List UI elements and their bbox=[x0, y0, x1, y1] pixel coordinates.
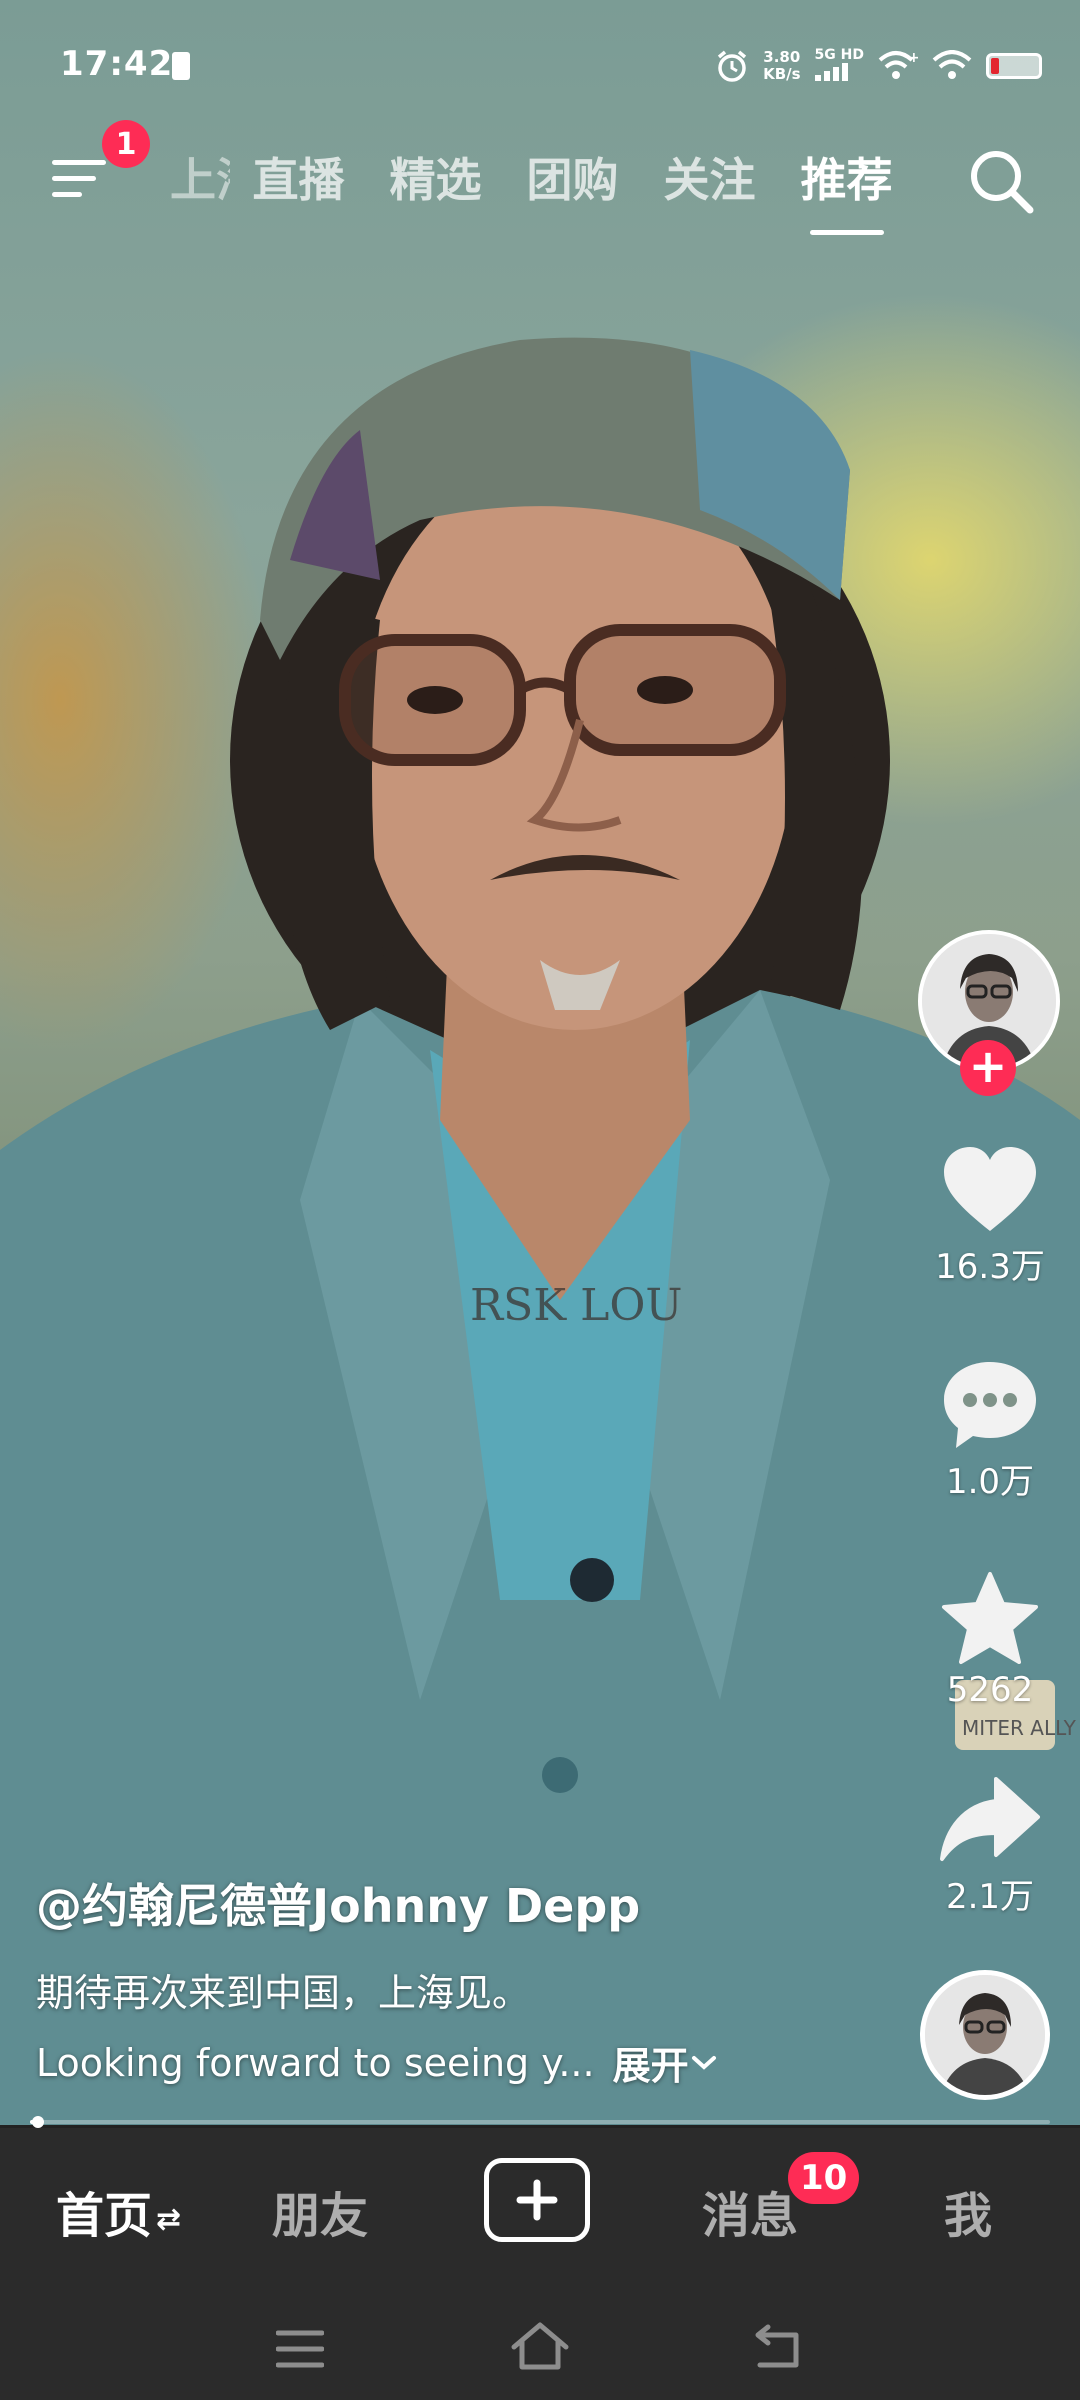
plus-icon bbox=[516, 2179, 558, 2221]
tab-local[interactable]: 上海 bbox=[170, 144, 230, 210]
create-post-button[interactable] bbox=[484, 2158, 590, 2242]
wifi-calling-icon: + bbox=[878, 50, 918, 79]
nav-me[interactable]: 我 bbox=[944, 2176, 992, 2246]
caption-line-2-row: Looking forward to seeing y... 展开 bbox=[36, 2035, 896, 2090]
comment-icon[interactable] bbox=[940, 1358, 1040, 1450]
svg-text:RSK LOU: RSK LOU bbox=[470, 1280, 683, 1331]
tab-group-buy[interactable]: 团购 bbox=[504, 144, 641, 210]
music-disc-image bbox=[925, 1975, 1045, 2095]
top-tab-bar: 上海 直播 精选 团购 关注 推荐 bbox=[0, 130, 1080, 235]
share-arrow-icon[interactable] bbox=[938, 1775, 1042, 1865]
feed-tabs: 上海 直播 精选 团购 关注 推荐 bbox=[170, 144, 915, 235]
like-action[interactable]: 16.3万 bbox=[900, 1145, 1080, 1288]
share-action[interactable]: 2.1万 bbox=[900, 1775, 1080, 1918]
caption-line-2: Looking forward to seeing y... bbox=[36, 2040, 595, 2085]
status-bar: 17:42 3.80 KB/s 5G HD + bbox=[0, 0, 1080, 130]
battery-icon bbox=[986, 53, 1042, 79]
menu-button[interactable] bbox=[52, 156, 106, 204]
back-icon[interactable] bbox=[752, 2323, 804, 2369]
network-speed-value: 3.80 bbox=[763, 48, 801, 66]
share-count: 2.1万 bbox=[945, 1877, 1035, 1917]
svg-text:MITER ALLY: MITER ALLY bbox=[962, 1716, 1077, 1740]
comment-action[interactable]: 1.0万 bbox=[900, 1358, 1080, 1503]
menu-notification-badge: 1 bbox=[102, 120, 150, 168]
star-icon[interactable] bbox=[940, 1570, 1040, 1666]
system-nav-bar bbox=[0, 2283, 1080, 2400]
music-disc[interactable] bbox=[920, 1970, 1050, 2100]
video-caption: @约翰尼德普Johnny Depp 期待再次来到中国，上海见。 Looking … bbox=[36, 1870, 896, 2090]
sim-card-icon bbox=[172, 52, 190, 80]
wifi-icon bbox=[932, 50, 972, 79]
alarm-icon bbox=[717, 50, 747, 82]
follow-button[interactable]: + bbox=[960, 1040, 1016, 1096]
author-handle[interactable]: @约翰尼德普Johnny Depp bbox=[36, 1870, 896, 1936]
heart-icon[interactable] bbox=[940, 1145, 1040, 1235]
network-speed: 3.80 KB/s bbox=[763, 49, 800, 83]
signal-bars-icon bbox=[814, 63, 848, 81]
svg-text:+: + bbox=[908, 50, 918, 66]
chevron-down-icon bbox=[691, 2055, 716, 2070]
bottom-tab-bar: 首页 ⇄ 朋友 消息 10 我 bbox=[0, 2128, 1080, 2283]
battery-level bbox=[991, 58, 999, 74]
expand-label: 展开 bbox=[612, 2044, 689, 2088]
messages-badge: 10 bbox=[788, 2152, 860, 2204]
favorite-action[interactable]: 5262 bbox=[900, 1570, 1080, 1710]
recent-apps-icon[interactable] bbox=[276, 2329, 324, 2369]
favorite-count: 5262 bbox=[946, 1670, 1034, 1710]
status-icons: 3.80 KB/s 5G HD + bbox=[715, 44, 1042, 88]
tab-following[interactable]: 关注 bbox=[641, 144, 778, 210]
comment-count: 1.0万 bbox=[945, 1462, 1035, 1502]
network-type: 5G HD bbox=[814, 47, 864, 85]
network-type-label: 5G HD bbox=[814, 47, 864, 63]
nav-friends[interactable]: 朋友 bbox=[272, 2176, 368, 2246]
search-icon[interactable] bbox=[966, 146, 1036, 216]
caption-line-1: 期待再次来到中国，上海见。 bbox=[36, 1971, 531, 2015]
tab-featured[interactable]: 精选 bbox=[367, 144, 504, 210]
status-time: 17:42 bbox=[60, 44, 174, 84]
like-count: 16.3万 bbox=[935, 1247, 1045, 1287]
video-progress-handle[interactable] bbox=[32, 2116, 45, 2128]
tab-recommended[interactable]: 推荐 bbox=[778, 144, 915, 235]
home-icon[interactable] bbox=[510, 2321, 570, 2371]
swap-arrows-icon: ⇄ bbox=[156, 2201, 182, 2237]
expand-caption-button[interactable]: 展开 bbox=[613, 2035, 719, 2090]
video-progress-bar[interactable] bbox=[30, 2116, 1050, 2128]
network-speed-unit: KB/s bbox=[763, 65, 801, 83]
tab-live[interactable]: 直播 bbox=[230, 144, 367, 210]
nav-home[interactable]: 首页 ⇄ bbox=[56, 2176, 181, 2246]
nav-home-label: 首页 bbox=[56, 2188, 153, 2244]
nav-messages[interactable]: 消息 bbox=[702, 2176, 798, 2246]
